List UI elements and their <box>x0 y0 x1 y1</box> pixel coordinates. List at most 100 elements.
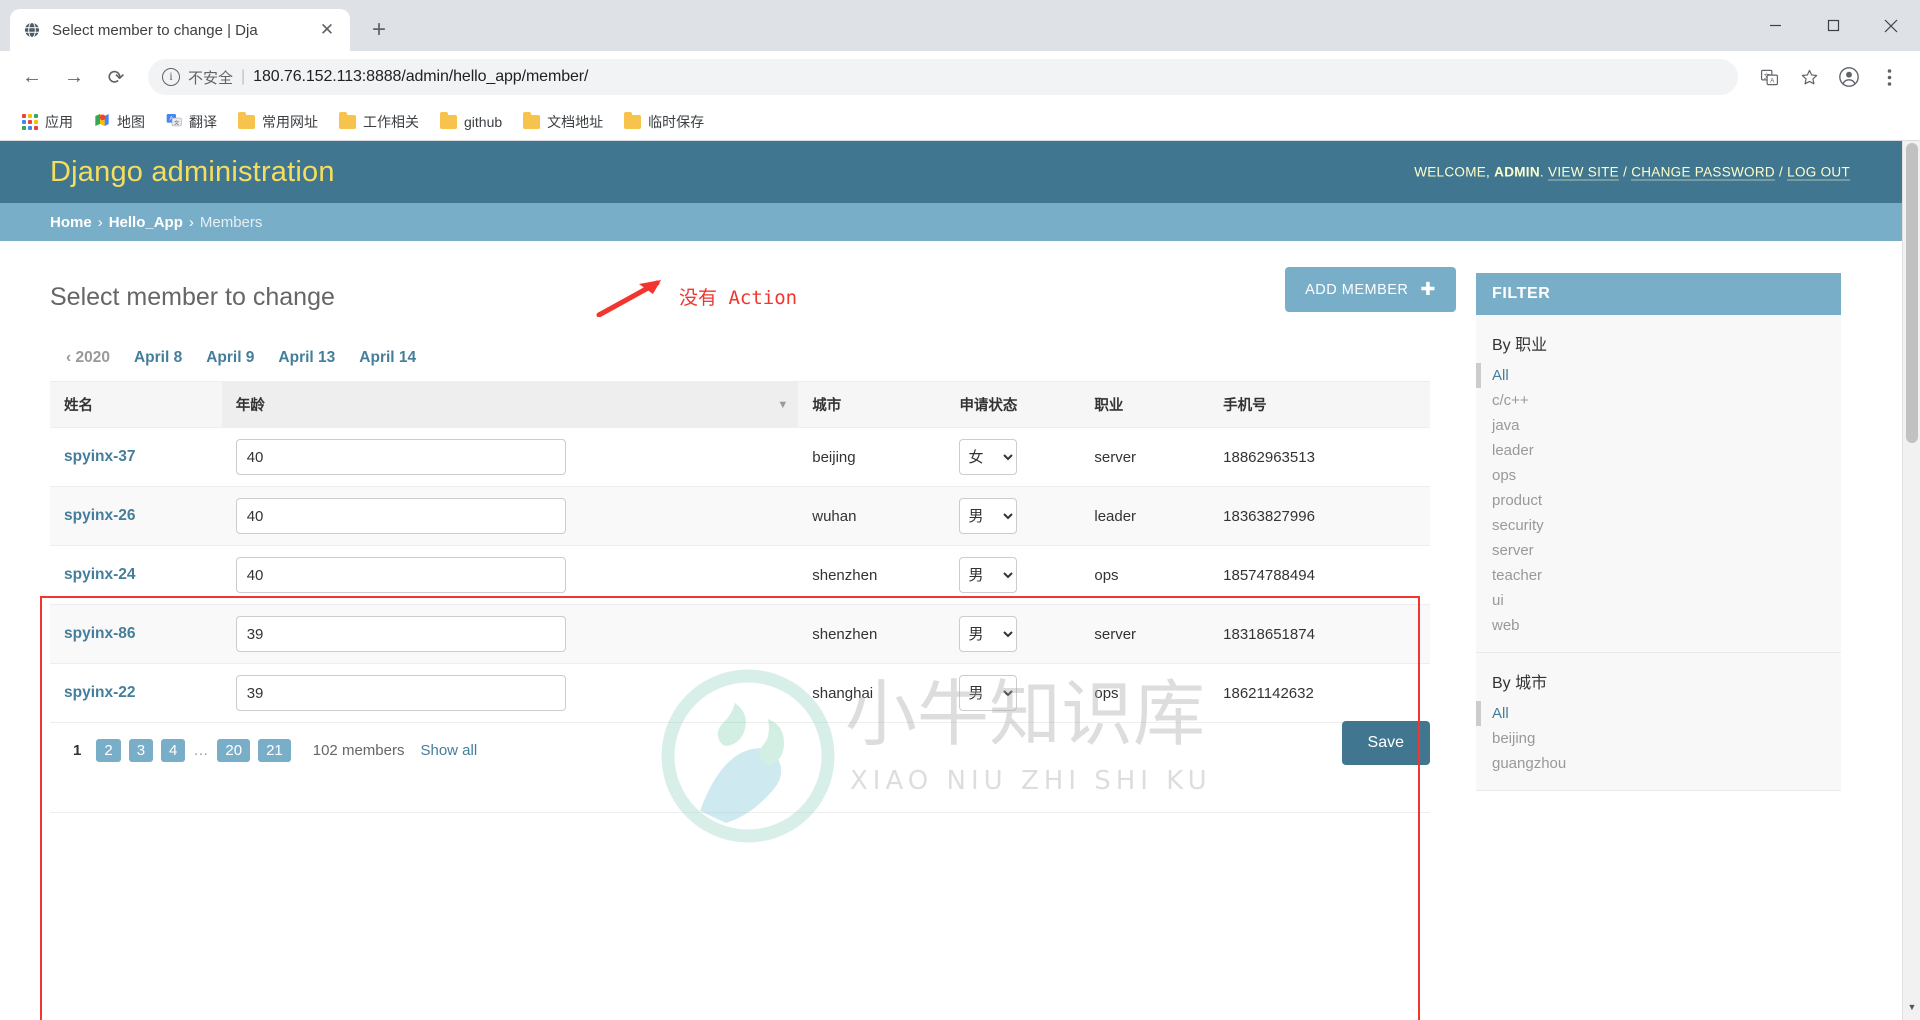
filter-city-all[interactable]: All <box>1492 705 1509 722</box>
filter-option[interactable]: java <box>1476 413 1841 438</box>
back-button[interactable]: ← <box>14 59 50 95</box>
page-link-21[interactable]: 21 <box>258 739 291 762</box>
date-link-april-8[interactable]: April 8 <box>134 349 182 367</box>
sex-select[interactable]: 男女 <box>959 439 1018 475</box>
add-member-button[interactable]: ADD MEMBER ✚ <box>1285 267 1456 312</box>
filter-job-all[interactable]: All <box>1492 367 1509 384</box>
age-input[interactable] <box>235 439 566 475</box>
view-site-link[interactable]: VIEW SITE <box>1548 164 1619 181</box>
filter-option[interactable]: product <box>1476 488 1841 513</box>
new-tab-button[interactable]: + <box>360 11 398 49</box>
breadcrumb-home[interactable]: Home <box>50 214 92 231</box>
bookmark-folder-2[interactable]: 工作相关 <box>331 108 427 136</box>
column-header-name[interactable]: 姓名 <box>50 381 222 428</box>
save-button[interactable]: Save <box>1341 721 1430 765</box>
bookmark-folder-3[interactable]: github <box>432 110 510 134</box>
translate-icon[interactable]: 文 A <box>1752 60 1786 94</box>
column-header-sex[interactable]: 申请状态 <box>945 381 1081 428</box>
change-password-link[interactable]: CHANGE PASSWORD <box>1631 164 1775 181</box>
forward-button[interactable]: → <box>56 59 92 95</box>
column-header-job[interactable]: 职业 <box>1080 381 1210 428</box>
cell-sex: 男女 <box>945 663 1081 723</box>
filter-city-guangzhou[interactable]: guangzhou <box>1492 755 1566 772</box>
filter-job-server[interactable]: server <box>1492 542 1534 559</box>
page-link-4[interactable]: 4 <box>161 739 186 762</box>
bookmark-translate[interactable]: A 文 翻译 <box>158 108 225 136</box>
filter-option[interactable]: leader <box>1476 438 1841 463</box>
address-bar[interactable]: i 不安全 | 180.76.152.113:8888/admin/hello_… <box>148 59 1738 95</box>
minimize-icon[interactable] <box>1746 0 1804 51</box>
filter-job-ops[interactable]: ops <box>1492 467 1516 484</box>
bookmark-maps[interactable]: 地图 <box>86 108 153 136</box>
filter-option[interactable]: server <box>1476 538 1841 563</box>
filter-option[interactable]: c/c++ <box>1476 388 1841 413</box>
bookmark-folder-4[interactable]: 文档地址 <box>515 108 611 136</box>
column-header-city[interactable]: 城市 <box>798 381 946 428</box>
filter-option[interactable]: teacher <box>1476 563 1841 588</box>
welcome-text: WELCOME, <box>1414 164 1491 180</box>
filter-option[interactable]: ui <box>1476 588 1841 613</box>
page-link-20[interactable]: 20 <box>217 739 251 762</box>
sex-select[interactable]: 男女 <box>959 616 1018 652</box>
window-close-icon[interactable] <box>1862 0 1920 51</box>
kebab-menu-icon[interactable] <box>1872 60 1906 94</box>
filter-job-c-c-[interactable]: c/c++ <box>1492 392 1529 409</box>
breadcrumb-app[interactable]: Hello_App <box>109 214 183 231</box>
sex-select[interactable]: 男女 <box>959 498 1018 534</box>
date-link-april-13[interactable]: April 13 <box>278 349 335 367</box>
filter-job-ui[interactable]: ui <box>1492 592 1504 609</box>
filter-job-product[interactable]: product <box>1492 492 1542 509</box>
filter-option[interactable]: All <box>1476 701 1841 726</box>
filter-option[interactable]: All <box>1476 363 1841 388</box>
filter-job-java[interactable]: java <box>1492 417 1520 434</box>
cell-phone: 18318651874 <box>1209 604 1430 664</box>
profile-icon[interactable] <box>1832 60 1866 94</box>
filter-city-beijing[interactable]: beijing <box>1492 730 1535 747</box>
page-link-2[interactable]: 2 <box>96 739 121 762</box>
member-link[interactable]: spyinx-86 <box>64 625 136 642</box>
browser-tab[interactable]: Select member to change | Dja ✕ <box>10 9 350 51</box>
member-link[interactable]: spyinx-37 <box>64 448 136 465</box>
age-input[interactable] <box>235 557 566 593</box>
filter-option[interactable]: guangzhou <box>1476 751 1841 776</box>
scrollbar-thumb[interactable] <box>1906 143 1918 443</box>
page-scrollbar[interactable]: ▲ ▼ <box>1902 141 1920 1020</box>
bookmark-folder-5[interactable]: 临时保存 <box>616 108 712 136</box>
filter-job-teacher[interactable]: teacher <box>1492 567 1542 584</box>
filter-option[interactable]: security <box>1476 513 1841 538</box>
member-link[interactable]: spyinx-26 <box>64 507 136 524</box>
filter-job-security[interactable]: security <box>1492 517 1544 534</box>
table-row: spyinx-86 shenzhen 男女 server18318651874 <box>50 604 1430 664</box>
age-input[interactable] <box>235 616 566 652</box>
age-input[interactable] <box>235 498 566 534</box>
chevron-down-icon[interactable]: ▼ <box>777 399 788 411</box>
filter-job-leader[interactable]: leader <box>1492 442 1534 459</box>
close-icon[interactable]: ✕ <box>316 20 338 40</box>
filter-option[interactable]: ops <box>1476 463 1841 488</box>
member-link[interactable]: spyinx-22 <box>64 684 136 701</box>
date-link-april-14[interactable]: April 14 <box>359 349 416 367</box>
bookmark-folder-1[interactable]: 常用网址 <box>230 108 326 136</box>
sex-select[interactable]: 男女 <box>959 557 1018 593</box>
member-link[interactable]: spyinx-24 <box>64 566 136 583</box>
page-link-3[interactable]: 3 <box>128 739 154 762</box>
info-icon[interactable]: i <box>162 68 180 86</box>
filter-option[interactable]: web <box>1476 613 1841 638</box>
site-branding[interactable]: Django administration <box>50 156 335 189</box>
date-back-link[interactable]: ‹ 2020 <box>66 349 110 367</box>
date-link-april-9[interactable]: April 9 <box>206 349 254 367</box>
show-all-link[interactable]: Show all <box>420 742 477 759</box>
log-out-link[interactable]: LOG OUT <box>1787 164 1850 181</box>
sex-select[interactable]: 男女 <box>959 675 1018 711</box>
filter-option[interactable]: beijing <box>1476 726 1841 751</box>
star-icon[interactable] <box>1792 60 1826 94</box>
reload-button[interactable]: ⟳ <box>98 59 134 95</box>
filter-job-web[interactable]: web <box>1492 617 1520 634</box>
bookmark-apps[interactable]: 应用 <box>14 108 81 136</box>
cell-age <box>221 427 799 487</box>
age-input[interactable] <box>235 675 566 711</box>
column-header-phone[interactable]: 手机号 <box>1209 381 1430 428</box>
scroll-down-icon[interactable]: ▼ <box>1903 1002 1920 1020</box>
maximize-icon[interactable] <box>1804 0 1862 51</box>
column-header-age[interactable]: 年龄 ▼ <box>221 381 799 428</box>
